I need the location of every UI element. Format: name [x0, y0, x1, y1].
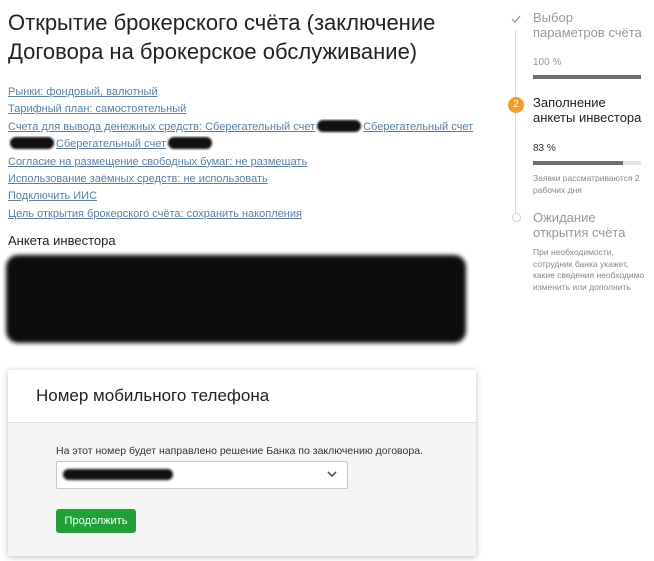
phone-select[interactable] [56, 461, 348, 489]
redacted-account-number [317, 119, 362, 132]
redacted-account-number [10, 137, 54, 150]
step-2-title: Заполнение анкеты инвестора [533, 95, 642, 125]
continue-button[interactable]: Продолжить [56, 509, 136, 533]
step-1-progress-text: 100 % [533, 57, 562, 68]
check-icon [511, 15, 521, 24]
step-3-dot [512, 213, 521, 222]
step-1-title: Выбор параметров счёта [533, 10, 642, 40]
redacted-investor-info [6, 255, 466, 343]
phone-card-heading: Номер мобильного телефона [8, 370, 476, 423]
securities-link[interactable]: Согласие на размещение свободных бумаг: … [8, 154, 478, 171]
step-1-progress-bar [533, 75, 641, 79]
page-title: Открытие брокерского счёта (заключение Д… [8, 10, 436, 64]
stepper-line [515, 30, 516, 220]
withdrawal-accounts-label: Счета для вывода денежных средств: Сбере… [8, 120, 316, 133]
redacted-phone-number [63, 469, 173, 480]
investor-heading: Анкета инвестора [8, 233, 116, 248]
withdrawal-accounts-link[interactable]: Счета для вывода денежных средств: Сбере… [8, 119, 478, 136]
phone-note: На этот номер будет направлено решение Б… [56, 445, 423, 457]
step-2-progress-bar [533, 161, 641, 165]
goal-link[interactable]: Цель открытия брокерского счёта: сохрани… [8, 206, 478, 223]
borrowed-funds-link[interactable]: Использование заёмных средств: не исполь… [8, 171, 478, 188]
chevron-down-icon [327, 471, 337, 478]
account-name: Сберегательный счет [363, 120, 474, 133]
step-2-number: 2 [508, 97, 524, 113]
step-2-note: Заявки рассматриваются 2 рабочих дня [533, 173, 640, 195]
step-2-progress-fill [533, 161, 623, 165]
account-params-list: Рынки: фондовый, валютный Тарифный план:… [8, 84, 478, 223]
step-3-title: Ожидание открытия счёта [533, 210, 626, 240]
redacted-account-number [168, 137, 213, 150]
markets-link[interactable]: Рынки: фондовый, валютный [8, 84, 478, 101]
iis-link[interactable]: Подключить ИИС [8, 188, 478, 205]
account-name: Сберегательный счет [56, 138, 167, 151]
phone-card-body [8, 423, 476, 556]
step-1-progress-fill [533, 75, 641, 79]
step-2-progress-text: 83 % [533, 143, 556, 154]
withdrawal-accounts-link-cont[interactable]: Сберегательный счет [8, 136, 478, 153]
tariff-link[interactable]: Тарифный план: самостоятельный [8, 101, 478, 118]
step-3-note: При необходимости, сотрудник банка укаже… [533, 247, 645, 292]
